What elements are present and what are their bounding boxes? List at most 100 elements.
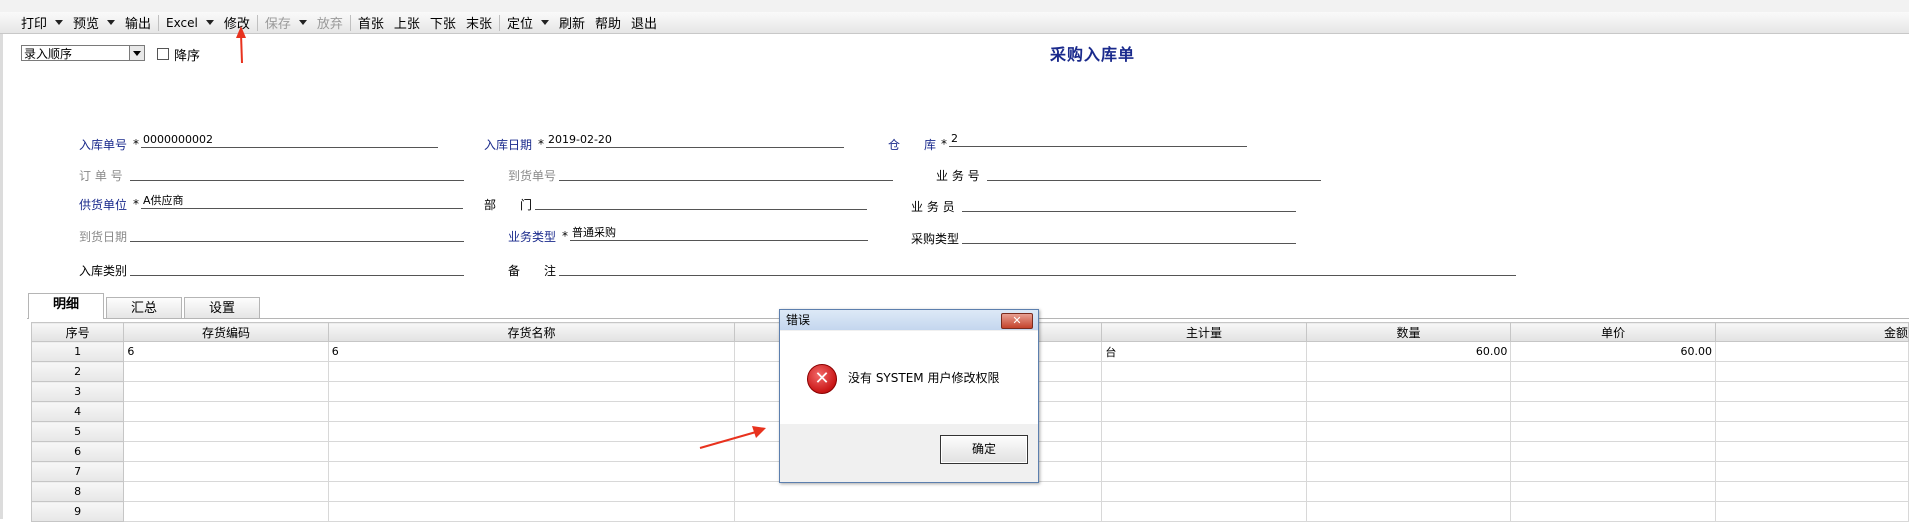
save-button[interactable]: 保存	[260, 13, 312, 33]
first-record-button[interactable]: 首张	[353, 13, 389, 33]
item-name-cell[interactable]	[327, 361, 736, 382]
row-index[interactable]: 6	[30, 441, 125, 462]
amount-cell[interactable]	[1714, 461, 1909, 482]
item-name-cell[interactable]	[327, 481, 736, 502]
column-header-amount[interactable]: 金额	[1714, 322, 1909, 342]
amount-cell[interactable]	[1714, 481, 1909, 502]
unit-price-cell[interactable]	[1510, 461, 1716, 482]
item-name-cell[interactable]	[327, 441, 736, 462]
chevron-down-icon[interactable]	[205, 20, 214, 25]
arrival-no-field[interactable]	[559, 166, 893, 181]
ok-button[interactable]: 确定	[940, 435, 1028, 464]
sort-order-select[interactable]: 录入顺序	[21, 45, 145, 61]
row-index[interactable]: 3	[30, 381, 125, 402]
dialog-titlebar[interactable]: 错误 ✕	[780, 310, 1038, 330]
unit-cell[interactable]	[1101, 421, 1307, 442]
department-field[interactable]	[535, 195, 867, 210]
arrival-date-field[interactable]	[130, 227, 464, 242]
row-index[interactable]: 5	[30, 421, 125, 442]
item-name-cell[interactable]	[327, 381, 736, 402]
quantity-cell[interactable]	[1305, 401, 1512, 422]
unit-cell[interactable]	[1101, 361, 1307, 382]
unit-price-cell[interactable]	[1510, 421, 1716, 442]
supplier-field[interactable]: A供应商	[141, 194, 463, 209]
amount-cell[interactable]	[1714, 381, 1909, 402]
item-code-cell[interactable]	[123, 481, 329, 502]
refresh-button[interactable]: 刷新	[554, 13, 590, 33]
item-name-cell[interactable]	[327, 461, 736, 482]
locate-button[interactable]: 定位	[502, 13, 554, 33]
last-record-button[interactable]: 末张	[461, 13, 497, 33]
column-header-item-code[interactable]: 存货编码	[123, 322, 329, 342]
amount-cell[interactable]	[1714, 421, 1909, 442]
tab-detail[interactable]: 明细	[28, 293, 104, 319]
unit-price-cell[interactable]	[1510, 481, 1716, 502]
item-name-cell[interactable]	[327, 421, 736, 442]
unit-price-cell[interactable]	[1510, 441, 1716, 462]
column-header-item-name[interactable]: 存货名称	[327, 322, 736, 342]
salesman-field[interactable]	[962, 197, 1296, 212]
receipt-no-field[interactable]: 0000000002	[141, 133, 438, 148]
excel-button[interactable]: Excel	[161, 13, 219, 33]
quantity-cell[interactable]	[1305, 381, 1512, 402]
purchase-type-field[interactable]	[962, 229, 1296, 244]
discard-button[interactable]: 放弃	[312, 13, 348, 33]
descending-checkbox[interactable]	[157, 48, 169, 60]
amount-cell[interactable]	[1714, 401, 1909, 422]
receipt-date-field[interactable]: 2019-02-20	[546, 133, 844, 148]
unit-cell[interactable]	[1101, 441, 1307, 462]
business-no-field[interactable]	[987, 166, 1321, 181]
next-record-button[interactable]: 下张	[425, 13, 461, 33]
unit-price-cell[interactable]	[1510, 361, 1716, 382]
unit-cell[interactable]	[1101, 381, 1307, 402]
amount-cell[interactable]	[1714, 361, 1909, 382]
table-row[interactable]: 8	[30, 481, 1909, 502]
chevron-down-icon[interactable]	[129, 46, 144, 60]
receipt-category-field[interactable]	[130, 261, 464, 276]
item-code-cell[interactable]	[123, 461, 329, 482]
row-index[interactable]: 4	[30, 401, 125, 422]
print-button[interactable]: 打印	[16, 13, 68, 33]
unit-price-cell[interactable]	[1510, 381, 1716, 402]
item-code-cell[interactable]	[123, 401, 329, 422]
chevron-down-icon[interactable]	[107, 20, 116, 25]
hidden-cell[interactable]	[734, 481, 1103, 502]
unit-price-cell[interactable]	[1510, 401, 1716, 422]
unit-cell[interactable]	[1101, 401, 1307, 422]
quantity-cell[interactable]	[1305, 421, 1512, 442]
export-button[interactable]: 输出	[120, 13, 156, 33]
quantity-cell[interactable]	[1305, 441, 1512, 462]
chevron-down-icon[interactable]	[55, 20, 64, 25]
column-header-quantity[interactable]: 数量	[1305, 322, 1512, 342]
item-code-cell[interactable]	[123, 441, 329, 462]
order-no-field[interactable]	[130, 166, 464, 181]
previous-record-button[interactable]: 上张	[389, 13, 425, 33]
column-header-index[interactable]: 序号	[30, 322, 125, 342]
item-code-cell[interactable]	[123, 361, 329, 382]
quantity-cell[interactable]	[1305, 461, 1512, 482]
unit-price-cell[interactable]: 60.00	[1510, 341, 1716, 362]
help-button[interactable]: 帮助	[590, 13, 626, 33]
amount-cell[interactable]	[1714, 341, 1909, 362]
close-icon[interactable]: ✕	[1001, 313, 1033, 329]
column-header-unit-price[interactable]: 单价	[1510, 322, 1716, 342]
unit-cell[interactable]	[1101, 461, 1307, 482]
column-header-unit[interactable]: 主计量	[1101, 322, 1307, 342]
warehouse-field[interactable]: 2	[949, 132, 1247, 147]
unit-cell[interactable]	[1101, 481, 1307, 502]
row-index[interactable]: 7	[30, 461, 125, 482]
quantity-cell[interactable]	[1305, 481, 1512, 502]
tab-settings[interactable]: 设置	[184, 297, 260, 319]
chevron-down-icon[interactable]	[298, 20, 307, 25]
quantity-cell[interactable]	[1305, 361, 1512, 382]
chevron-down-icon[interactable]	[540, 20, 549, 25]
amount-cell[interactable]	[1714, 441, 1909, 462]
item-name-cell[interactable]	[327, 401, 736, 422]
item-name-cell[interactable]: 6	[327, 341, 736, 362]
exit-button[interactable]: 退出	[626, 13, 662, 33]
row-index[interactable]: 2	[30, 361, 125, 382]
unit-cell[interactable]: 台	[1101, 341, 1307, 362]
remarks-field[interactable]	[559, 261, 1516, 276]
item-code-cell[interactable]: 6	[123, 341, 329, 362]
tab-summary[interactable]: 汇总	[106, 297, 182, 319]
